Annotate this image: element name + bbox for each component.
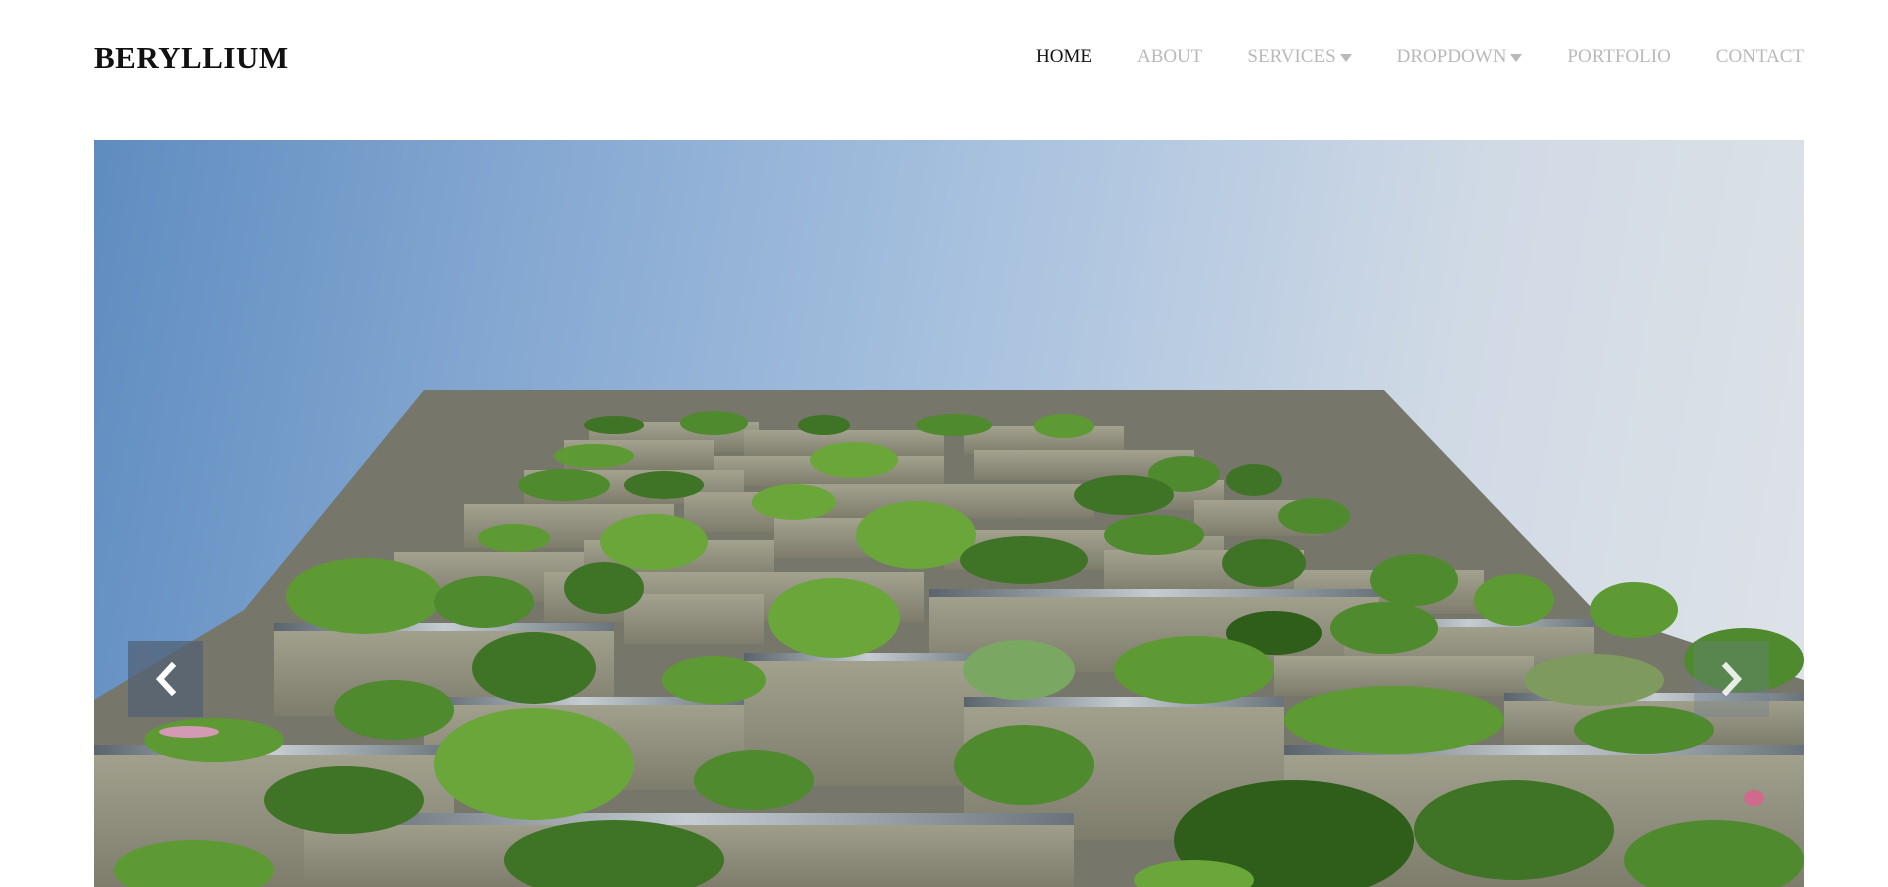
- caret-down-icon: [1339, 53, 1352, 62]
- nav-portfolio-label: PORTFOLIO: [1567, 46, 1671, 67]
- nav-services-label: SERVICES: [1247, 46, 1336, 67]
- hero-image: [94, 390, 1804, 887]
- caret-down-icon: [1510, 53, 1523, 62]
- chevron-right-icon: [1721, 662, 1742, 696]
- nav-portfolio[interactable]: PORTFOLIO: [1567, 46, 1670, 68]
- nav-dropdown-label: DROPDOWN: [1396, 46, 1507, 67]
- site-header: BERYLLIUM HOME ABOUT SERVICES DROPDOWN P…: [0, 0, 1888, 140]
- nav-about[interactable]: ABOUT: [1137, 46, 1202, 68]
- nav-about-label: ABOUT: [1136, 46, 1203, 67]
- nav-services[interactable]: SERVICES: [1247, 46, 1352, 68]
- nav-dropdown[interactable]: DROPDOWN: [1397, 46, 1523, 68]
- chevron-left-icon: [155, 662, 176, 696]
- carousel-prev-button[interactable]: [128, 641, 203, 717]
- nav-home-label: HOME: [1036, 46, 1092, 67]
- nav-contact-label: CONTACT: [1715, 46, 1804, 67]
- nav-contact[interactable]: CONTACT: [1716, 46, 1804, 68]
- main-nav: HOME ABOUT SERVICES DROPDOWN PORTFOLIO C…: [1036, 45, 1804, 69]
- hero-carousel: [94, 140, 1804, 887]
- brand-logo[interactable]: BERYLLIUM: [94, 40, 289, 76]
- carousel-next-button[interactable]: [1694, 641, 1769, 717]
- nav-home[interactable]: HOME: [1036, 46, 1092, 68]
